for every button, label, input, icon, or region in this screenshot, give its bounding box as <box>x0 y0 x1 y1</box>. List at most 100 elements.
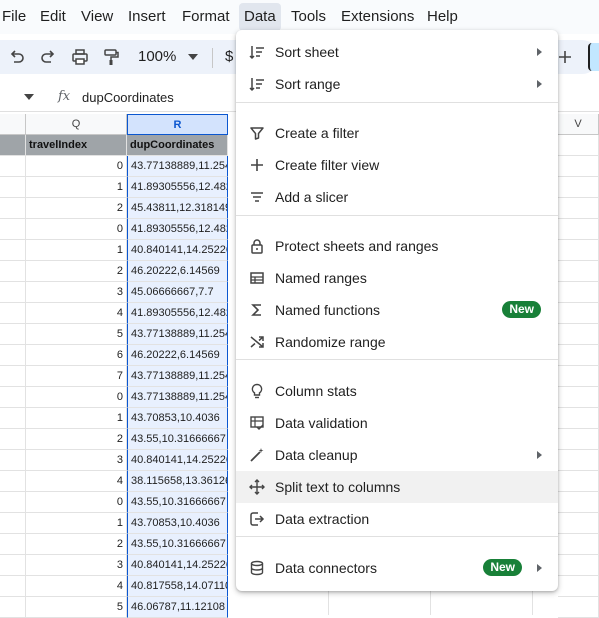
travelindex-cell[interactable]: 3 <box>26 555 127 576</box>
table-cell[interactable] <box>0 366 26 387</box>
dupcoordinates-cell[interactable]: 43.77138889,11.25416 <box>127 156 228 177</box>
dupcoordinates-cell[interactable]: 41.89305556,12.48277 <box>127 177 228 198</box>
header-cell-travelindex[interactable]: travelIndex <box>26 135 127 156</box>
table-cell[interactable] <box>0 303 26 324</box>
table-cell[interactable] <box>558 492 599 513</box>
table-cell[interactable] <box>0 135 26 156</box>
menu-item-sort-sheet[interactable]: Sort sheet <box>236 36 558 68</box>
table-cell[interactable] <box>0 261 26 282</box>
header-cell-dupcoordinates[interactable]: dupCoordinates <box>127 135 228 156</box>
travelindex-cell[interactable]: 0 <box>26 387 127 408</box>
table-cell[interactable] <box>0 282 26 303</box>
undo-icon[interactable] <box>6 46 28 68</box>
travelindex-cell[interactable]: 3 <box>26 450 127 471</box>
dupcoordinates-cell[interactable]: 43.77138889,11.25416 <box>127 366 228 387</box>
table-cell[interactable] <box>0 408 26 429</box>
column-header-r[interactable]: R <box>127 114 228 135</box>
travelindex-cell[interactable]: 1 <box>26 240 127 261</box>
travelindex-cell[interactable]: 5 <box>26 324 127 345</box>
menu-item-protect-sheets-and-ranges[interactable]: Protect sheets and ranges <box>236 230 558 262</box>
table-cell[interactable] <box>0 450 26 471</box>
table-cell[interactable] <box>558 198 599 219</box>
table-cell[interactable] <box>0 387 26 408</box>
dupcoordinates-cell[interactable]: 43.55,10.31666667 <box>127 429 228 450</box>
dupcoordinates-cell[interactable]: 43.77138889,11.25416 <box>127 324 228 345</box>
menu-help[interactable]: Help <box>427 8 458 25</box>
menu-item-sort-range[interactable]: Sort range <box>236 68 558 100</box>
dupcoordinates-cell[interactable]: 46.20222,6.14569 <box>127 345 228 366</box>
travelindex-cell[interactable]: 6 <box>26 345 127 366</box>
menu-item-data-connectors[interactable]: Data connectors New <box>236 552 558 584</box>
table-cell[interactable] <box>558 513 599 534</box>
column-header-q[interactable]: Q <box>26 114 127 135</box>
table-cell[interactable] <box>558 366 599 387</box>
table-cell[interactable] <box>558 471 599 492</box>
menu-item-data-cleanup[interactable]: Data cleanup <box>236 439 558 471</box>
name-box-dropdown-icon[interactable] <box>24 94 34 100</box>
currency-format-button[interactable]: $ <box>225 48 233 65</box>
dupcoordinates-cell[interactable]: 46.20222,6.14569 <box>127 261 228 282</box>
table-cell[interactable] <box>558 576 599 597</box>
menu-item-data-extraction[interactable]: Data extraction <box>236 503 558 535</box>
travelindex-cell[interactable]: 3 <box>26 282 127 303</box>
table-cell[interactable] <box>0 177 26 198</box>
dupcoordinates-cell[interactable]: 43.77138889,11.25416 <box>127 387 228 408</box>
travelindex-cell[interactable]: 1 <box>26 513 127 534</box>
column-header-p[interactable] <box>0 114 26 135</box>
table-cell[interactable] <box>558 387 599 408</box>
print-icon[interactable] <box>69 46 91 68</box>
dupcoordinates-cell[interactable]: 43.55,10.31666667 <box>127 534 228 555</box>
formula-input[interactable]: dupCoordinates <box>82 90 174 105</box>
menu-item-add-a-slicer[interactable]: Add a slicer <box>236 181 558 213</box>
table-cell[interactable] <box>558 135 599 156</box>
menu-item-split-text-to-columns[interactable]: Split text to columns <box>236 471 558 503</box>
menu-extensions[interactable]: Extensions <box>341 8 414 25</box>
travelindex-cell[interactable]: 1 <box>26 177 127 198</box>
dupcoordinates-cell[interactable]: 38.115658,13.361262 <box>127 471 228 492</box>
dupcoordinates-cell[interactable]: 40.840141,14.2522602 <box>127 240 228 261</box>
table-cell[interactable] <box>0 555 26 576</box>
travelindex-cell[interactable]: 0 <box>26 156 127 177</box>
table-cell[interactable] <box>0 156 26 177</box>
redo-icon[interactable] <box>37 46 59 68</box>
table-cell[interactable] <box>558 177 599 198</box>
menu-item-create-filter-view[interactable]: Create filter view <box>236 149 558 181</box>
travelindex-cell[interactable]: 4 <box>26 576 127 597</box>
share-button[interactable] <box>588 43 599 71</box>
travelindex-cell[interactable]: 0 <box>26 219 127 240</box>
travelindex-cell[interactable]: 4 <box>26 303 127 324</box>
dupcoordinates-cell[interactable]: 43.70853,10.4036 <box>127 408 228 429</box>
dupcoordinates-cell[interactable]: 41.89305556,12.48277 <box>127 219 228 240</box>
menu-data[interactable]: Data <box>239 3 281 31</box>
table-cell[interactable] <box>0 240 26 261</box>
dupcoordinates-cell[interactable]: 45.06666667,7.7 <box>127 282 228 303</box>
menu-item-named-functions[interactable]: Named functions New <box>236 294 558 326</box>
dupcoordinates-cell[interactable]: 40.840141,14.2522602 <box>127 450 228 471</box>
table-cell[interactable] <box>0 345 26 366</box>
dupcoordinates-cell[interactable]: 43.55,10.31666667 <box>127 492 228 513</box>
menu-format[interactable]: Format <box>182 8 230 25</box>
table-cell[interactable] <box>0 429 26 450</box>
travelindex-cell[interactable]: 1 <box>26 408 127 429</box>
dupcoordinates-cell[interactable]: 45.43811,12.31814957 <box>127 198 228 219</box>
table-cell[interactable] <box>558 324 599 345</box>
dupcoordinates-cell[interactable]: 40.817558,14.0711097 <box>127 576 228 597</box>
travelindex-cell[interactable]: 2 <box>26 198 127 219</box>
paint-format-icon[interactable] <box>100 46 122 68</box>
table-cell[interactable] <box>0 324 26 345</box>
menu-item-create-a-filter[interactable]: Create a filter <box>236 117 558 149</box>
travelindex-cell[interactable]: 0 <box>26 492 127 513</box>
menu-item-randomize-range[interactable]: Randomize range <box>236 326 558 358</box>
table-cell[interactable] <box>558 303 599 324</box>
dupcoordinates-cell[interactable]: 41.89305556,12.48277 <box>127 303 228 324</box>
table-cell[interactable] <box>558 345 599 366</box>
table-cell[interactable] <box>0 576 26 597</box>
table-cell[interactable] <box>558 555 599 576</box>
travelindex-cell[interactable]: 7 <box>26 366 127 387</box>
table-cell[interactable] <box>558 240 599 261</box>
table-cell[interactable] <box>558 282 599 303</box>
dupcoordinates-cell[interactable]: 43.70853,10.4036 <box>127 513 228 534</box>
table-cell[interactable] <box>558 219 599 240</box>
menu-item-column-stats[interactable]: Column stats <box>236 375 558 407</box>
menu-tools[interactable]: Tools <box>291 8 326 25</box>
